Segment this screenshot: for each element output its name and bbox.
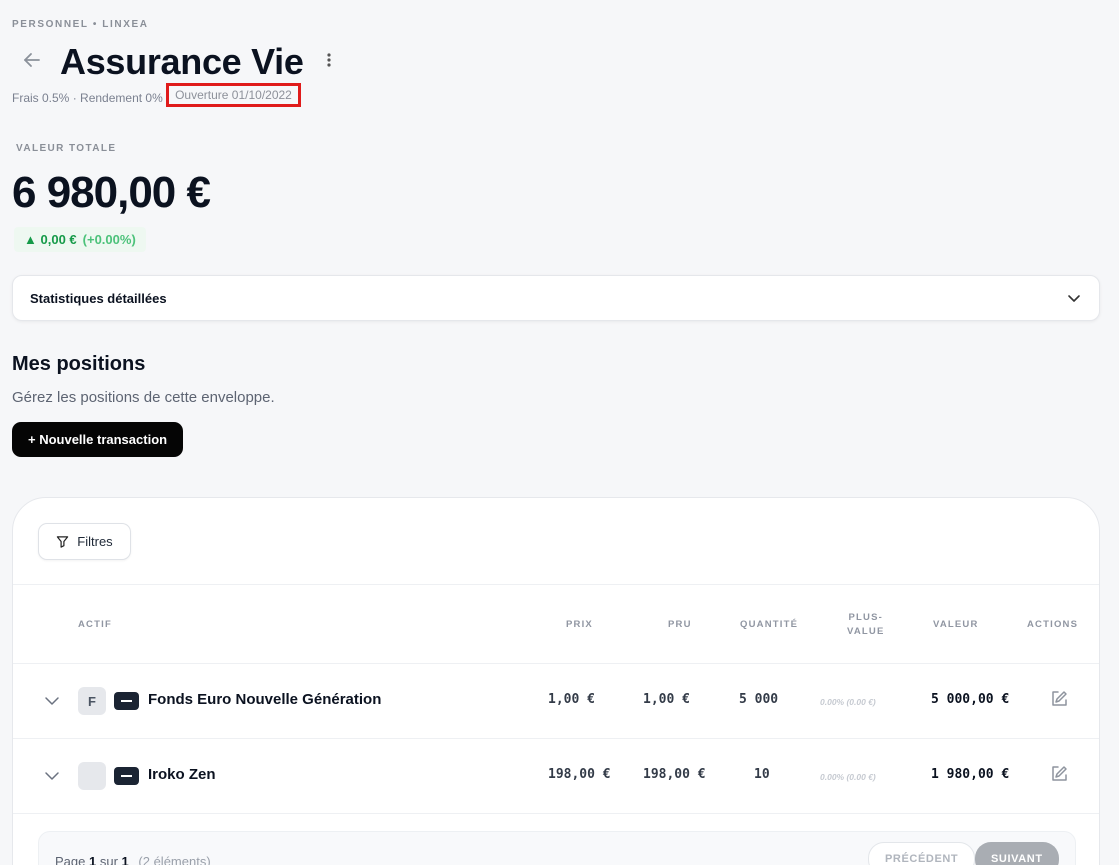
positions-table-card: Filtres ACTIF PRIX PRU QUANTITÉ PLUS- VA… xyxy=(12,497,1100,865)
filters-label: Filtres xyxy=(77,534,113,549)
col-valeur: VALEUR xyxy=(933,619,979,630)
section-title: Mes positions xyxy=(12,353,146,375)
more-options-button[interactable] xyxy=(320,50,338,70)
ouverture-label: Ouverture 01/10/2022 xyxy=(166,83,301,107)
asset-name: Iroko Zen xyxy=(148,766,216,783)
stats-label: Statistiques détaillées xyxy=(30,291,167,306)
filter-icon xyxy=(57,536,69,548)
valeur-totale-label: VALEUR TOTALE xyxy=(16,143,117,154)
col-actions: ACTIONS xyxy=(1027,619,1079,630)
table-row[interactable]: F Fonds Euro Nouvelle Génération 1,00 € … xyxy=(13,664,1099,738)
col-plus-value-line2: VALUE xyxy=(847,626,885,637)
cell-pru: 198,00 € xyxy=(643,767,706,782)
expand-row-button[interactable] xyxy=(43,692,61,710)
asset-name: Fonds Euro Nouvelle Génération xyxy=(148,691,382,708)
col-pru: PRU xyxy=(668,619,692,630)
frais-label: Frais 0.5% xyxy=(12,91,70,105)
cell-quantite: 5 000 xyxy=(739,692,779,707)
filters-button[interactable]: Filtres xyxy=(38,523,131,560)
element-count: (2 éléments) xyxy=(138,854,211,865)
valeur-totale-amount: 6 980,00 € xyxy=(12,168,211,217)
cell-prix: 198,00 € xyxy=(548,767,611,782)
cell-prix: 1,00 € xyxy=(548,692,595,707)
col-prix: PRIX xyxy=(566,619,593,630)
meta-separator: · xyxy=(69,91,81,105)
edit-position-button[interactable] xyxy=(1048,689,1070,711)
cell-valeur: 1 980,00 € xyxy=(931,767,1010,782)
asset-logo xyxy=(78,762,106,790)
edit-position-button[interactable] xyxy=(1048,764,1070,786)
cell-plus-value: 0.00% (0.00 €) xyxy=(820,697,876,707)
cell-pru: 1,00 € xyxy=(643,692,690,707)
new-transaction-button[interactable]: + Nouvelle transaction xyxy=(12,422,184,457)
chevron-down-icon xyxy=(45,697,59,705)
delta-percent: (+0.00%) xyxy=(82,232,136,247)
asset-type-badge xyxy=(114,767,139,785)
chevron-down-icon xyxy=(1068,295,1080,302)
performance-badge: ▲ 0,00 € (+0.00%) xyxy=(14,227,146,252)
current-page: 1 xyxy=(89,854,97,865)
triangle-up-icon: ▲ xyxy=(24,232,37,247)
col-quantite: QUANTITÉ xyxy=(740,619,799,630)
expand-row-button[interactable] xyxy=(43,767,61,785)
asset-type-badge xyxy=(114,692,139,710)
arrow-left-icon xyxy=(24,53,40,67)
page-title: Assurance Vie xyxy=(60,41,304,82)
cell-quantite: 10 xyxy=(754,767,770,782)
table-row[interactable]: Iroko Zen 198,00 € 198,00 € 10 0.00% (0.… xyxy=(13,739,1099,813)
envelope-meta: Frais 0.5% · Rendement 0% Ouverture 01/1… xyxy=(12,83,301,110)
divider xyxy=(13,584,1099,585)
cell-valeur: 5 000,00 € xyxy=(931,692,1010,707)
edit-icon xyxy=(1052,766,1067,781)
more-vertical-icon xyxy=(327,53,331,67)
section-subtitle: Gérez les positions de cette enveloppe. xyxy=(12,389,275,406)
asset-logo: F xyxy=(78,687,106,715)
rendement-label: Rendement 0% xyxy=(80,91,163,105)
sur-word: sur xyxy=(99,854,118,865)
divider xyxy=(13,813,1099,814)
pagination-info: Page 1 sur 1 (2 éléments) xyxy=(55,854,211,865)
breadcrumb: PERSONNEL • LINXEA xyxy=(12,19,149,30)
back-button[interactable] xyxy=(20,48,44,72)
statistiques-detaillees-accordion[interactable]: Statistiques détaillées xyxy=(12,275,1100,321)
cell-plus-value: 0.00% (0.00 €) xyxy=(820,772,876,782)
page-word: Page xyxy=(55,854,86,865)
edit-icon xyxy=(1052,691,1067,706)
chevron-down-icon xyxy=(45,772,59,780)
col-plus-value-line1: PLUS- xyxy=(848,612,883,623)
col-actif: ACTIF xyxy=(78,619,112,630)
pagination: Page 1 sur 1 (2 éléments) PRÉCÉDENT SUIV… xyxy=(38,831,1076,865)
next-page-button[interactable]: SUIVANT xyxy=(975,842,1059,865)
delta-value: 0,00 € xyxy=(40,232,77,247)
total-pages: 1 xyxy=(121,854,129,865)
previous-page-button[interactable]: PRÉCÉDENT xyxy=(868,842,976,865)
col-plus-value: PLUS- VALUE xyxy=(847,611,885,639)
